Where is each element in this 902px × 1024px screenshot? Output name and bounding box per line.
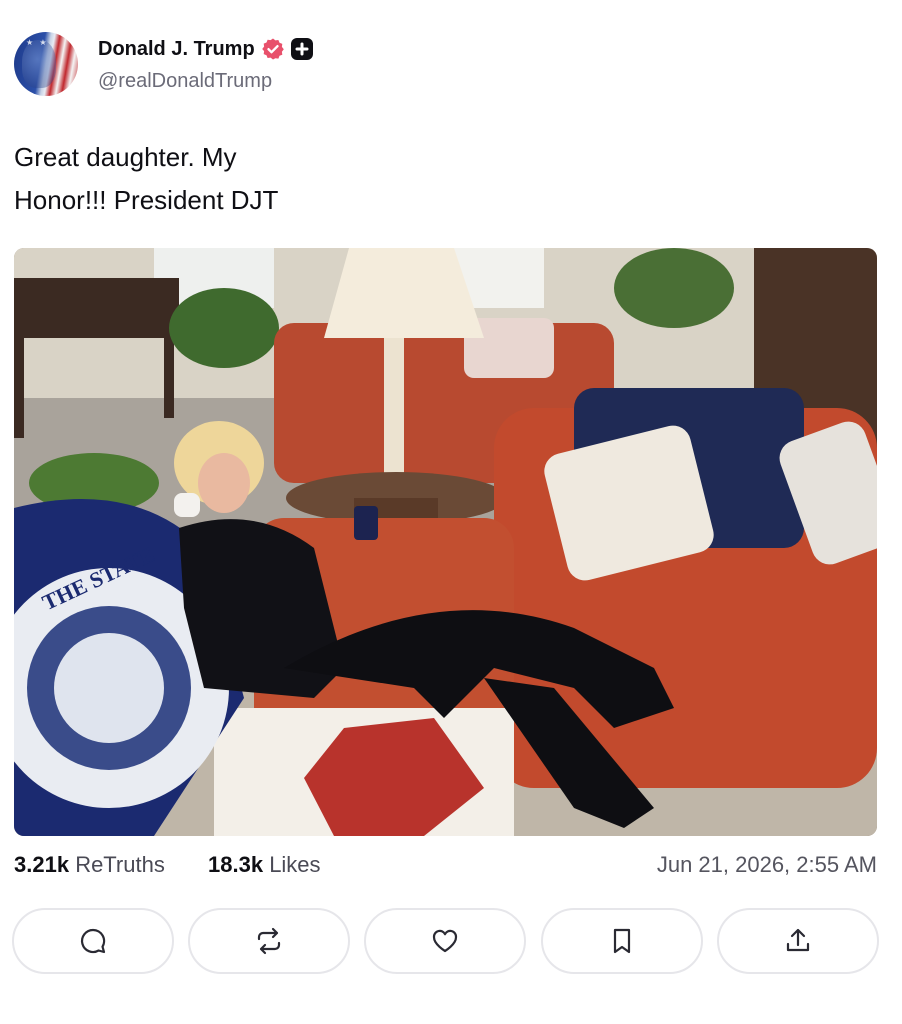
share-upload-icon bbox=[786, 928, 810, 952]
bookmark-button[interactable] bbox=[541, 908, 703, 974]
post-image[interactable]: THE STATE bbox=[14, 248, 877, 836]
like-button[interactable] bbox=[364, 908, 526, 974]
likes-stat[interactable]: 18.3k Likes bbox=[208, 852, 321, 878]
author-name[interactable]: Donald J. Trump bbox=[98, 38, 255, 61]
reply-button[interactable] bbox=[12, 908, 174, 974]
post-text-line: Honor!!! President DJT bbox=[14, 185, 279, 215]
bookmark-icon bbox=[613, 928, 631, 954]
photo-illustration: THE STATE bbox=[14, 248, 877, 836]
likes-label: Likes bbox=[269, 852, 321, 877]
post-header: ★ ★ Donald J. Trump @realDonaldTrump bbox=[14, 30, 874, 100]
retruths-stat[interactable]: 3.21k ReTruths bbox=[14, 852, 165, 878]
retruth-button[interactable] bbox=[188, 908, 350, 974]
post-stats: 3.21k ReTruths 18.3k Likes Jun 21, 2026,… bbox=[14, 852, 877, 882]
post-timestamp[interactable]: Jun 21, 2026, 2:55 AM bbox=[657, 852, 877, 878]
author-avatar[interactable]: ★ ★ bbox=[14, 32, 78, 96]
post-actions bbox=[12, 908, 880, 974]
retruths-label: ReTruths bbox=[75, 852, 165, 877]
repost-arrows-icon bbox=[257, 927, 281, 955]
post-text-line: Great daughter. My bbox=[14, 142, 237, 172]
verified-badge-icon bbox=[261, 37, 285, 61]
reply-bubble-icon bbox=[81, 928, 106, 954]
author-name-row: Donald J. Trump bbox=[98, 36, 313, 62]
retruths-count: 3.21k bbox=[14, 852, 70, 877]
heart-icon bbox=[432, 929, 458, 953]
author-handle[interactable]: @realDonaldTrump bbox=[98, 70, 272, 93]
share-button[interactable] bbox=[717, 908, 879, 974]
likes-count: 18.3k bbox=[208, 852, 264, 877]
plus-badge-icon bbox=[290, 38, 313, 60]
post-text: Great daughter. My Honor!!! President DJ… bbox=[14, 136, 874, 222]
